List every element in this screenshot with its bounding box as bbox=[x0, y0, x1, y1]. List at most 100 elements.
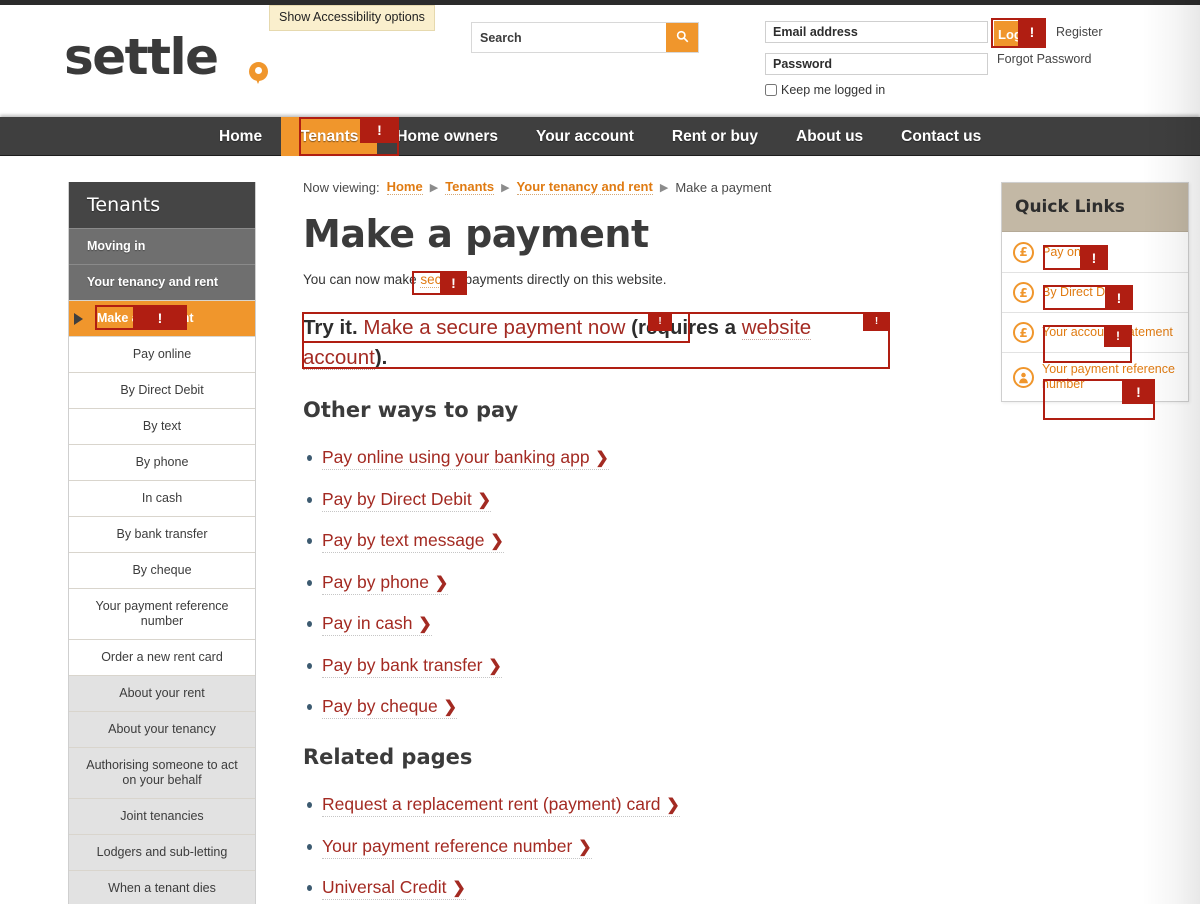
quick-link-by-direct-debit[interactable]: £ By Direct Debit bbox=[1002, 272, 1188, 312]
try-it-end: ). bbox=[374, 346, 388, 369]
sidebar-item-make-a-payment[interactable]: Make a payment bbox=[69, 300, 255, 336]
list-item: Pay in cash ❯ bbox=[303, 613, 609, 655]
site-logo[interactable]: settle bbox=[64, 32, 219, 82]
try-it-mid: (requires a bbox=[625, 316, 742, 339]
sidebar-item-authorising-someone-to-act-on-your-behalf[interactable]: Authorising someone to act on your behal… bbox=[69, 747, 255, 798]
keep-logged-in-checkbox[interactable] bbox=[765, 84, 777, 96]
keep-logged-in-label: Keep me logged in bbox=[781, 83, 886, 97]
sidebar-item-in-cash[interactable]: In cash bbox=[69, 480, 255, 516]
sidebar-item-label: Your tenancy and rent bbox=[87, 275, 219, 289]
quick-link-your-payment-reference-number[interactable]: Your payment reference number bbox=[1002, 352, 1188, 401]
sidebar-item-pay-online[interactable]: Pay online bbox=[69, 336, 255, 372]
link-pay-by-direct-debit[interactable]: Pay by Direct Debit ❯ bbox=[322, 489, 492, 512]
nav-item-contact-us[interactable]: Contact us bbox=[882, 117, 1000, 156]
sidebar-item-about-your-tenancy[interactable]: About your tenancy bbox=[69, 711, 255, 747]
sidebar-item-label: Joint tenancies bbox=[120, 809, 204, 823]
intro-paragraph: You can now make secure payments directl… bbox=[303, 272, 666, 288]
sidebar-item-label: By bank transfer bbox=[116, 527, 208, 541]
breadcrumb-separator-icon: ▶ bbox=[429, 181, 439, 194]
sidebar-item-by-direct-debit[interactable]: By Direct Debit bbox=[69, 372, 255, 408]
link-pay-by-cheque[interactable]: Pay by cheque ❯ bbox=[322, 696, 458, 719]
intro-secure-link[interactable]: secure bbox=[420, 272, 461, 288]
sidebar-item-your-payment-reference-number[interactable]: Your payment reference number bbox=[69, 588, 255, 639]
link-pay-by-phone[interactable]: Pay by phone ❯ bbox=[322, 572, 449, 595]
sidebar-item-label: Make a payment bbox=[97, 311, 194, 325]
link-pay-by-bank-transfer[interactable]: Pay by bank transfer ❯ bbox=[322, 655, 502, 678]
register-link[interactable]: Register bbox=[1056, 25, 1103, 39]
link-universal-credit[interactable]: Universal Credit ❯ bbox=[322, 877, 466, 900]
nav-item-your-account[interactable]: Your account bbox=[517, 117, 653, 156]
nav-item-rent-or-buy[interactable]: Rent or buy bbox=[653, 117, 777, 156]
list-item: Your payment reference number ❯ bbox=[303, 836, 680, 878]
sidebar-item-by-cheque[interactable]: By cheque bbox=[69, 552, 255, 588]
search-input[interactable] bbox=[472, 23, 666, 52]
sidebar-item-label: Authorising someone to act on your behal… bbox=[86, 758, 238, 787]
list-item: Universal Credit ❯ bbox=[303, 877, 680, 904]
keep-logged-in-row[interactable]: Keep me logged in bbox=[765, 83, 1103, 97]
sidebar-item-order-a-new-rent-card[interactable]: Order a new rent card bbox=[69, 639, 255, 675]
chevron-right-icon: ❯ bbox=[595, 450, 609, 467]
sidebar-header: Tenants bbox=[69, 182, 255, 228]
nav-item-label: Home owners bbox=[396, 127, 498, 145]
sidebar-item-label: Moving in bbox=[87, 239, 146, 253]
sidebar-item-joint-tenancies[interactable]: Joint tenancies bbox=[69, 798, 255, 834]
sidebar-item-label: About your rent bbox=[119, 686, 205, 700]
sidebar-item-moving-in[interactable]: Moving in bbox=[69, 228, 255, 264]
nav-item-home[interactable]: Home bbox=[200, 117, 281, 156]
link-pay-by-text-message[interactable]: Pay by text message ❯ bbox=[322, 530, 504, 553]
link-your-payment-reference-number[interactable]: Your payment reference number ❯ bbox=[322, 836, 592, 859]
link-pay-in-cash[interactable]: Pay in cash ❯ bbox=[322, 613, 432, 636]
nav-item-about-us[interactable]: About us bbox=[777, 117, 882, 156]
page-root: Show Accessibility options settle Login … bbox=[0, 0, 1200, 904]
try-it-lead: Try it. bbox=[303, 316, 358, 339]
nav-item-label: Contact us bbox=[901, 127, 982, 145]
quick-link-pay-online[interactable]: £ Pay online bbox=[1002, 232, 1188, 272]
search-box bbox=[471, 22, 699, 53]
list-item: Pay online using your banking app ❯ bbox=[303, 447, 609, 489]
top-strip bbox=[0, 0, 1200, 5]
sidebar-item-label: By cheque bbox=[132, 563, 192, 577]
chevron-right-icon: ❯ bbox=[418, 616, 432, 633]
section-sidebar: Tenants Moving in Your tenancy and rent Ma… bbox=[68, 182, 256, 904]
breadcrumb-separator-icon: ▶ bbox=[501, 181, 510, 194]
sidebar-item-your-tenancy-and-rent[interactable]: Your tenancy and rent bbox=[69, 264, 255, 300]
sidebar-item-by-text[interactable]: By text bbox=[69, 408, 255, 444]
login-button[interactable]: Login bbox=[994, 21, 1042, 47]
nav-item-label: Your account bbox=[536, 127, 634, 145]
link-request-a-replacement-rent-payment-card[interactable]: Request a replacement rent (payment) car… bbox=[322, 794, 680, 817]
breadcrumb-link-your-tenancy-and-rent[interactable]: Your tenancy and rent bbox=[516, 179, 653, 195]
sidebar-item-label: Lodgers and sub-letting bbox=[96, 845, 228, 859]
quick-link-your-account-statement[interactable]: £ Your account statement bbox=[1002, 312, 1188, 352]
sidebar-item-by-phone[interactable]: By phone bbox=[69, 444, 255, 480]
nav-item-label: Home bbox=[219, 127, 263, 145]
nav-item-home-owners[interactable]: Home owners bbox=[377, 117, 517, 156]
search-icon bbox=[676, 30, 689, 46]
quick-link-label: Your account statement bbox=[1042, 325, 1173, 339]
list-item: Pay by bank transfer ❯ bbox=[303, 655, 609, 697]
sidebar-item-by-bank-transfer[interactable]: By bank transfer bbox=[69, 516, 255, 552]
forgot-password-link[interactable]: Forgot Password bbox=[997, 52, 1091, 66]
breadcrumb-current: Make a payment bbox=[675, 179, 772, 195]
make-secure-payment-link[interactable]: Make a secure payment now bbox=[363, 316, 625, 339]
quick-links-header: Quick Links bbox=[1002, 183, 1188, 232]
active-arrow-icon bbox=[74, 312, 83, 325]
list-item: Pay by phone ❯ bbox=[303, 572, 609, 614]
password-field[interactable] bbox=[765, 53, 988, 75]
nav-item-tenants[interactable]: Tenants bbox=[281, 117, 378, 156]
breadcrumb-link-home[interactable]: Home bbox=[386, 179, 423, 195]
quick-link-label: By Direct Debit bbox=[1042, 285, 1126, 299]
link-pay-online-using-your-banking-app[interactable]: Pay online using your banking app ❯ bbox=[322, 447, 609, 470]
breadcrumb-link-tenants[interactable]: Tenants bbox=[445, 179, 495, 195]
breadcrumb-prefix: Now viewing: bbox=[303, 179, 380, 195]
chevron-right-icon: ❯ bbox=[434, 574, 449, 592]
sidebar-item-when-a-tenant-dies[interactable]: When a tenant dies bbox=[69, 870, 255, 904]
search-button[interactable] bbox=[666, 23, 698, 52]
related-pages-heading: Related pages bbox=[303, 745, 473, 769]
other-ways-heading: Other ways to pay bbox=[303, 398, 519, 422]
email-field[interactable] bbox=[765, 21, 988, 43]
chevron-right-icon: ❯ bbox=[488, 657, 502, 675]
chevron-right-icon: ❯ bbox=[452, 880, 466, 897]
sidebar-item-lodgers-and-sub-letting[interactable]: Lodgers and sub-letting bbox=[69, 834, 255, 870]
list-item: Pay by Direct Debit ❯ bbox=[303, 489, 609, 531]
sidebar-item-about-your-rent[interactable]: About your rent bbox=[69, 675, 255, 711]
